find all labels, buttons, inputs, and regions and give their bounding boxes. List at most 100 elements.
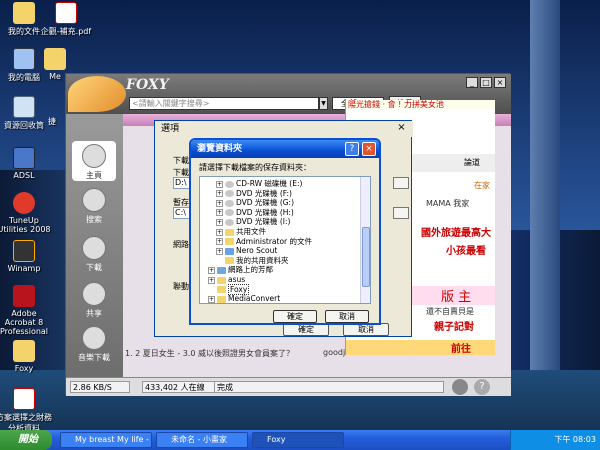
folder-icon (217, 295, 226, 303)
cd-icon (225, 199, 234, 207)
desktop-icon-winamp[interactable]: Winamp (0, 240, 52, 273)
desktop-icon-acrobat[interactable]: Adobe Acrobat 8 Professional (0, 285, 52, 336)
expand-toggle-icon[interactable]: + (208, 266, 215, 274)
background-tower (530, 0, 560, 430)
folder-tree: + CD-RW 磁碟機 (E:) + DVD 光碟機 (F:) + DVD 光碟機 (G:… (199, 176, 371, 304)
music-note-icon (82, 326, 106, 350)
tree-item[interactable]: + MediaConvert (200, 294, 360, 304)
tree-item[interactable]: 我的共用資料夾 (200, 256, 360, 266)
status-users: 433,402 人在線 (142, 381, 222, 393)
sidebar-item-music-download[interactable]: 音樂下載 (72, 326, 116, 363)
tree-item-label: 網路上的芳鄰 (228, 265, 273, 275)
status-bar: 2.86 KB/S 433,402 人在線 完成 ? (66, 377, 511, 396)
close-button[interactable]: × (494, 77, 506, 88)
foxy-logo-text: FOXY (126, 77, 169, 93)
share-icon (82, 282, 106, 306)
help-button[interactable]: ? (345, 142, 359, 156)
foxy-logo-icon (68, 76, 126, 112)
tuneup-icon (13, 192, 35, 214)
expand-toggle-icon[interactable]: + (216, 180, 223, 188)
browse-path-button[interactable] (393, 177, 409, 189)
help-icon[interactable]: ? (474, 379, 490, 395)
desktop-icon-adsl[interactable]: ADSL (0, 147, 52, 180)
foxy-sidebar: 主頁 搜索 下載 共享 音樂下載 (66, 114, 123, 377)
tree-scrollbar[interactable] (360, 177, 370, 303)
scout-icon (225, 247, 234, 255)
tree-item[interactable]: + 網路上的芳鄰 (200, 265, 360, 275)
start-button[interactable]: 開始 (0, 430, 52, 450)
recycle-bin-icon (13, 96, 35, 118)
sidebar-item-home[interactable]: 主頁 (72, 141, 116, 181)
browse-folder-dialog: 瀏覽資料夾 ? × 請選擇下載檔案的保存資料夾： + CD-RW 磁碟機 (E:)… (189, 138, 381, 325)
search-history-dropdown[interactable]: ▼ (319, 97, 328, 110)
scrollbar-thumb[interactable] (362, 227, 370, 287)
search-input[interactable]: <請輸入關鍵字搜尋> (129, 97, 319, 110)
ad-line[interactable]: 前往 (346, 340, 495, 355)
tree-item[interactable]: + asus (200, 275, 360, 285)
desktop-icon-finance-analysis[interactable]: 方案選擇之財務分析資料 (0, 388, 52, 434)
sidebar-item-download[interactable]: 下載 (72, 236, 116, 273)
desktop-icon-pdf-file[interactable]: 企觀-補充.pdf (38, 2, 94, 37)
maximize-button[interactable]: □ (480, 77, 492, 88)
tree-item-label: DVD 光碟機 (H:) (236, 207, 294, 217)
expand-toggle-icon[interactable]: + (216, 190, 223, 198)
folder-icon (225, 238, 234, 246)
desktop-icon-foxy[interactable]: Foxy (0, 340, 52, 373)
taskbar: 開始 My breast My life - 無... 未命名 - 小畫家 Fo… (0, 430, 600, 450)
magnifier-icon (82, 188, 106, 212)
expand-toggle-icon[interactable]: + (216, 238, 223, 246)
browse-ok-button[interactable]: 確定 (273, 310, 317, 323)
tree-item-label: Foxy (228, 283, 250, 295)
tree-item-label: MediaConvert (228, 294, 281, 304)
tree-item[interactable]: + 共用文件 (200, 227, 360, 237)
tree-item[interactable]: + Nero Scout (200, 246, 360, 256)
tree-item-label: DVD 光碟機 (I:) (236, 217, 291, 227)
sidebar-item-search[interactable]: 搜索 (72, 188, 116, 225)
list-row-title[interactable]: 1. 2 夏日女生 - 3.0 威以後照證男女會員案了？ (125, 348, 294, 359)
options-label: 聯動 (173, 282, 189, 291)
close-icon[interactable]: × (395, 122, 408, 135)
desktop-icon-tuneup[interactable]: TuneUp Utilities 2008 (0, 192, 52, 234)
download-icon (82, 236, 106, 260)
network-icon (217, 266, 226, 274)
computer-icon (13, 48, 35, 70)
tree-item[interactable]: + DVD 光碟機 (G:) (200, 198, 360, 208)
tree-item-label: Administrator 的文件 (236, 236, 313, 246)
pdf-icon (13, 388, 35, 410)
folder-icon (217, 286, 226, 294)
acrobat-icon (13, 285, 35, 307)
tree-item-label: asus (228, 275, 246, 284)
tree-item-label: DVD 光碟機 (F:) (236, 188, 292, 198)
expand-toggle-icon[interactable]: + (208, 276, 215, 284)
pdf-icon (55, 2, 77, 24)
folder-icon (217, 276, 226, 284)
tree-item[interactable]: + DVD 光碟機 (I:) (200, 217, 360, 227)
sidebar-item-share[interactable]: 共享 (72, 282, 116, 319)
tree-item[interactable]: Foxy (200, 283, 360, 295)
tree-item[interactable]: + Administrator 的文件 (200, 237, 360, 247)
settings-gear-icon[interactable] (452, 379, 468, 395)
status-speed: 2.86 KB/S (70, 381, 130, 393)
expand-toggle-icon[interactable]: + (216, 199, 223, 207)
folder-icon (225, 257, 234, 265)
expand-toggle-icon[interactable]: + (216, 228, 223, 236)
expand-toggle-icon[interactable]: + (216, 209, 223, 217)
minimize-button[interactable]: _ (466, 77, 478, 88)
browse-cancel-button[interactable]: 取消 (325, 310, 369, 323)
taskbar-item-foxy[interactable]: Foxy (252, 432, 344, 448)
folder-icon (44, 48, 66, 70)
taskbar-item-browser[interactable]: My breast My life - 無... (60, 432, 152, 448)
winamp-icon (13, 240, 35, 262)
expand-toggle-icon[interactable]: + (208, 295, 215, 303)
tree-item[interactable]: + CD-RW 磁碟機 (E:) (200, 179, 360, 189)
taskbar-item-paint[interactable]: 未命名 - 小畫家 (156, 432, 248, 448)
ad-tab-forum[interactable]: 論道 (464, 157, 480, 168)
expand-toggle-icon[interactable]: + (216, 247, 223, 255)
browse-temp-button[interactable] (393, 207, 409, 219)
cd-icon (225, 180, 234, 188)
ad-banner-top[interactable]: 陽光搶錢 · 會 ! 力拼美女池 (346, 100, 495, 110)
close-button[interactable]: × (362, 142, 376, 156)
desktop-icon-shortcut[interactable]: 捷 (40, 116, 64, 127)
expand-toggle-icon[interactable]: + (216, 218, 223, 226)
folder-icon (13, 2, 35, 24)
